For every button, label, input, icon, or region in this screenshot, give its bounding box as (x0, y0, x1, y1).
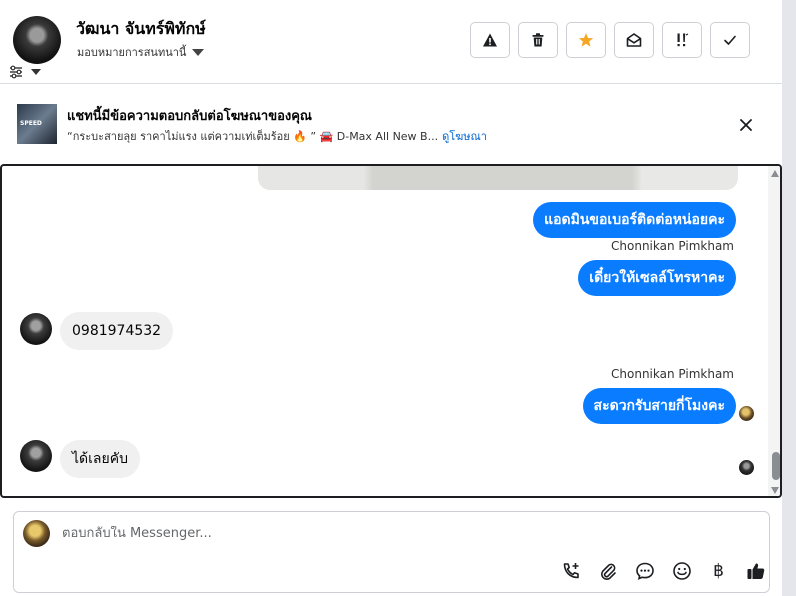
seen-receipt-avatar (739, 460, 754, 475)
priority-icon (677, 33, 689, 47)
message-sender: Chonnikan Pimkham (611, 367, 734, 381)
message-bubble-outgoing[interactable]: เดี๋ยวให้เซลล์โทรหาคะ (578, 260, 736, 296)
chevron-down-icon (31, 69, 41, 75)
check-icon (724, 35, 736, 45)
contact-avatar-small (20, 440, 52, 472)
contact-avatar-small (20, 313, 52, 345)
assign-label: มอบหมายการสนทนานี้ (77, 46, 187, 59)
message-bubble-incoming[interactable]: ได้เลยคับ (60, 440, 140, 478)
contact-name[interactable]: วัฒนา จันทร์พิทักษ์ (76, 17, 206, 42)
message-bubble-outgoing[interactable]: แอดมินขอเบอร์ติดต่อหน่อยคะ (533, 202, 736, 238)
banner-title: แชทนี้มีข้อความตอบกลับต่อโฆษณาของคุณ (67, 109, 312, 124)
close-icon[interactable] (736, 115, 756, 135)
message-bubble-outgoing[interactable]: สะดวกรับสายกี่โมงคะ (582, 388, 736, 424)
emoji-icon[interactable] (668, 558, 695, 584)
banner-subtitle: “กระบะสายลุย ราคาไม่แรง แต่ความเท่เต็มร้… (67, 127, 487, 145)
thumbs-up-icon[interactable] (742, 558, 769, 584)
reply-input[interactable] (62, 526, 742, 541)
delete-button[interactable] (518, 22, 558, 58)
saved-reply-icon[interactable] (631, 558, 658, 584)
warning-icon (483, 33, 497, 47)
filter-settings-button[interactable] (9, 65, 41, 79)
sliders-icon (10, 65, 22, 79)
contact-avatar[interactable] (13, 16, 61, 64)
conversation-header: วัฒนา จันทร์พิทักษ์ มอบหมายการสนทนานี้ (0, 0, 782, 84)
chevron-down-icon (192, 48, 205, 56)
follow-up-button[interactable] (662, 22, 702, 58)
trash-icon (532, 33, 544, 47)
view-ad-link[interactable]: ดูโฆษณา (442, 130, 487, 143)
page-avatar (23, 520, 50, 547)
message-thread[interactable]: แอดมินขอเบอร์ติดต่อหน่อยคะ Chonnikan Pim… (0, 164, 782, 498)
mark-spam-button[interactable] (470, 22, 510, 58)
star-icon (578, 33, 594, 47)
ad-thumbnail-text: SPEED (20, 120, 42, 127)
payment-icon[interactable]: ฿ (705, 558, 732, 584)
baht-glyph: ฿ (713, 561, 724, 581)
attach-icon[interactable] (594, 558, 621, 584)
ad-thumbnail[interactable]: SPEED (17, 104, 57, 144)
ad-text: “กระบะสายลุย ราคาไม่แรง แต่ความเท่เต็มร้… (67, 130, 439, 143)
scroll-up-arrow[interactable] (771, 170, 779, 177)
image-attachment[interactable] (258, 166, 738, 190)
inbox-conversation: วัฒนา จันทร์พิทักษ์ มอบหมายการสนทนานี้ S… (0, 0, 796, 596)
conversation-toolbar (470, 22, 750, 58)
call-add-icon[interactable] (557, 558, 584, 584)
scroll-down-arrow[interactable] (771, 487, 779, 494)
ad-reply-banner: SPEED แชทนี้มีข้อความตอบกลับต่อโฆษณาของค… (0, 85, 782, 163)
read-receipt-avatar (739, 406, 754, 421)
message-bubble-incoming[interactable]: 0981974532 (60, 312, 174, 350)
composer-tools: ฿ (557, 558, 769, 584)
right-edge-strip (782, 0, 796, 596)
scrollbar-track[interactable] (768, 166, 780, 496)
star-button[interactable] (566, 22, 606, 58)
scrollbar-thumb[interactable] (772, 452, 780, 480)
envelope-open-icon (626, 33, 642, 47)
message-sender: Chonnikan Pimkham (611, 239, 734, 253)
mark-unread-button[interactable] (614, 22, 654, 58)
mark-done-button[interactable] (710, 22, 750, 58)
assign-conversation-dropdown[interactable]: มอบหมายการสนทนานี้ (77, 43, 205, 61)
message-composer: ฿ (13, 511, 770, 593)
